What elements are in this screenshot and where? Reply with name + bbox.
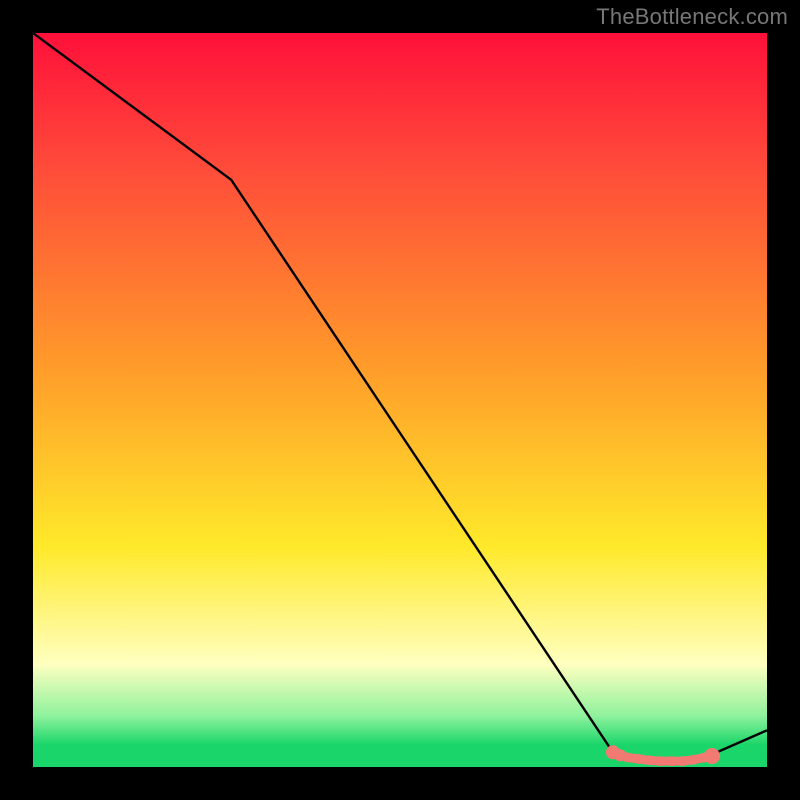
curve-marker xyxy=(667,756,677,766)
curve-marker xyxy=(623,753,633,763)
curve-marker xyxy=(656,756,666,766)
curve-marker xyxy=(645,755,655,765)
chart-stage: TheBottleneck.com xyxy=(0,0,800,800)
curve-marker xyxy=(704,748,720,764)
chart-svg xyxy=(33,33,767,767)
curve-marker xyxy=(634,754,644,764)
curve-marker xyxy=(689,755,699,765)
curve-marker xyxy=(678,756,688,766)
attribution-text: TheBottleneck.com xyxy=(596,4,788,30)
plot-area xyxy=(33,33,767,767)
gradient-background xyxy=(33,33,767,767)
